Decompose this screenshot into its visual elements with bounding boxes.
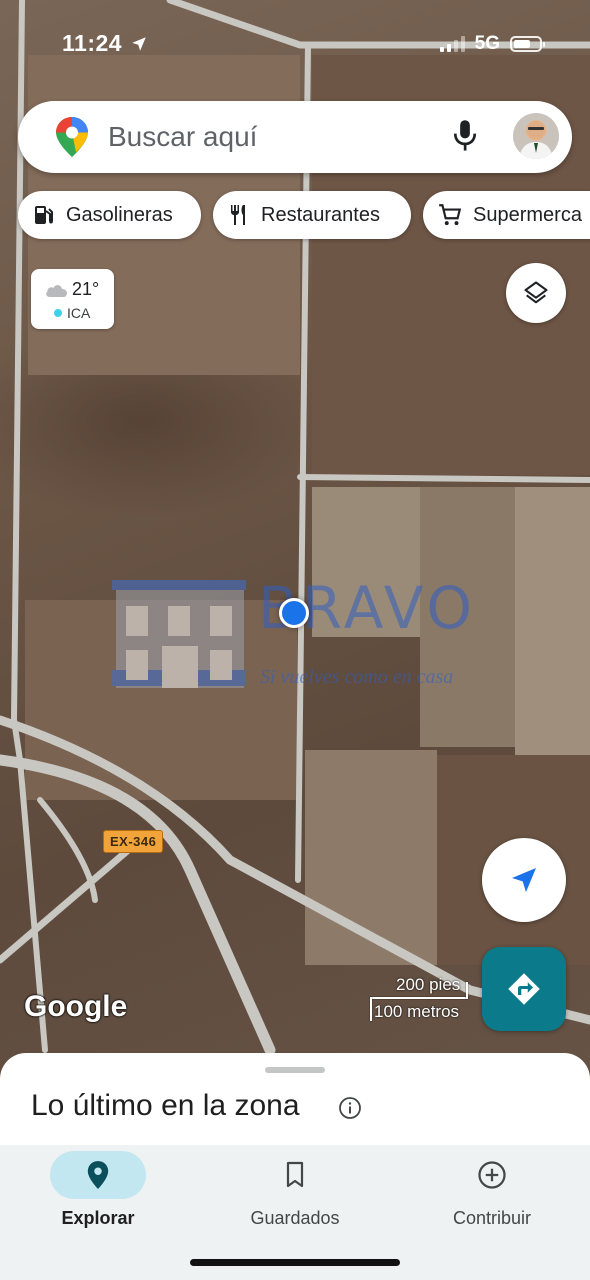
nav-active-indicator bbox=[50, 1151, 146, 1199]
time-text: 11:24 bbox=[62, 30, 123, 56]
location-arrow-icon bbox=[132, 36, 146, 51]
add-circle-icon bbox=[478, 1161, 506, 1189]
nav-label: Guardados bbox=[250, 1208, 340, 1228]
watermark-house-icon bbox=[112, 580, 246, 688]
search-input[interactable]: Buscar aquí bbox=[108, 121, 257, 153]
nav-icon-container bbox=[247, 1151, 343, 1199]
chip-restaurantes[interactable]: Restaurantes bbox=[213, 191, 411, 239]
nav-guardados[interactable]: Guardados bbox=[197, 1145, 393, 1255]
network-type: 5G bbox=[474, 33, 500, 54]
directions-icon bbox=[508, 973, 540, 1005]
watermark-tagline: Si vuelves como en casa bbox=[260, 666, 454, 688]
signal-icon bbox=[439, 36, 465, 52]
nav-icon-container bbox=[444, 1151, 540, 1199]
weather-widget[interactable]: 21° ICA bbox=[31, 269, 114, 329]
profile-avatar[interactable] bbox=[513, 113, 559, 159]
nav-label: Explorar bbox=[61, 1208, 135, 1228]
nav-contribuir[interactable]: Contribuir bbox=[394, 1145, 590, 1255]
google-maps-pin-icon bbox=[56, 117, 88, 157]
current-location-dot bbox=[279, 598, 309, 628]
aqi-indicator-dot bbox=[54, 309, 62, 317]
shopping-cart-icon bbox=[439, 204, 462, 226]
gas-station-icon bbox=[35, 206, 53, 224]
google-attribution: Google bbox=[24, 990, 128, 1023]
watermark: BRAVO Si vuelves como en casa bbox=[112, 574, 472, 695]
weather-temperature: 21° bbox=[72, 279, 100, 299]
battery-icon bbox=[510, 36, 545, 52]
home-indicator[interactable] bbox=[190, 1259, 400, 1266]
scale-tick bbox=[370, 997, 372, 1021]
status-bar-indicators: 5G bbox=[439, 33, 545, 55]
nav-explorar[interactable]: Explorar bbox=[0, 1145, 196, 1255]
chip-label: Restaurantes bbox=[261, 203, 380, 226]
my-location-button[interactable] bbox=[482, 838, 566, 922]
search-bar[interactable]: Buscar aquí bbox=[18, 101, 572, 173]
chip-label: Gasolineras bbox=[66, 203, 173, 226]
bottom-sheet[interactable]: Lo último en la zona bbox=[0, 1053, 590, 1153]
chip-supermercados[interactable]: Supermerca bbox=[423, 191, 590, 239]
info-icon[interactable] bbox=[338, 1096, 362, 1120]
scale-tick bbox=[466, 982, 468, 999]
chip-label: Supermerca bbox=[473, 203, 582, 226]
microphone-icon[interactable] bbox=[450, 119, 480, 153]
directions-button[interactable] bbox=[482, 947, 566, 1031]
chip-gasolineras[interactable]: Gasolineras bbox=[18, 191, 201, 239]
bookmark-icon bbox=[286, 1161, 304, 1188]
scale-metric: 100 metros bbox=[374, 1002, 460, 1021]
sheet-drag-handle[interactable] bbox=[265, 1067, 325, 1073]
scale-imperial: 200 pies bbox=[396, 975, 461, 994]
sheet-title: Lo último en la zona bbox=[31, 1089, 300, 1122]
status-bar-time: 11:24 bbox=[62, 30, 148, 57]
cloud-icon bbox=[46, 285, 67, 297]
navigation-arrow-icon bbox=[512, 868, 536, 892]
aqi-label: ICA bbox=[67, 305, 91, 321]
road-shield-label: EX-346 bbox=[103, 830, 164, 853]
layers-icon bbox=[524, 281, 548, 304]
restaurant-icon bbox=[231, 205, 245, 225]
scale-line bbox=[370, 997, 468, 999]
map-scale: 200 pies 100 metros bbox=[368, 972, 468, 1022]
location-pin-icon bbox=[87, 1161, 109, 1189]
nav-label: Contribuir bbox=[452, 1208, 532, 1228]
user-avatar-icon bbox=[519, 121, 553, 159]
layers-button[interactable] bbox=[506, 263, 566, 323]
